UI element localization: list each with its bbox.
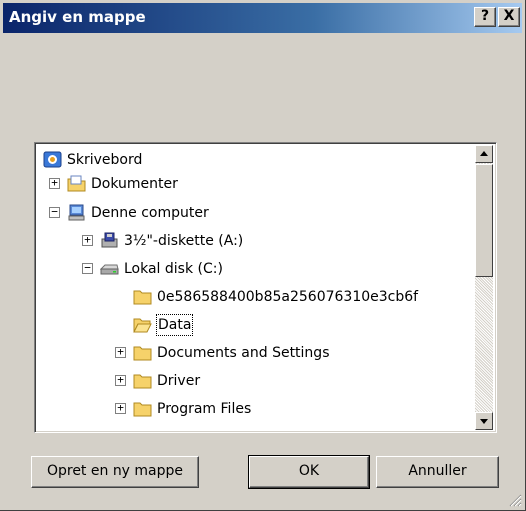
scroll-down-button[interactable] [475, 412, 493, 430]
expand-toggle[interactable]: + [115, 402, 126, 414]
scroll-up-button[interactable] [475, 145, 493, 163]
window-title: Angiv en mappe [9, 8, 146, 26]
tree-item-label: Skrivebord [67, 152, 143, 168]
desktop-icon [43, 151, 62, 168]
folder-tree[interactable]: Skrivebord + Dokumenter − Denne computer… [34, 142, 497, 433]
tree-item-documents-and-settings[interactable]: + Documents and Settings [115, 341, 465, 365]
arrow-down-icon [480, 419, 488, 424]
expand-toggle[interactable]: + [82, 234, 93, 246]
tree-item-label: Documents and Settings [157, 345, 330, 361]
expand-toggle[interactable]: + [115, 374, 126, 386]
tree-item-documents[interactable]: + Dokumenter [49, 172, 469, 196]
tree-item-desktop[interactable]: Skrivebord [43, 148, 463, 172]
tree-item-driver[interactable]: + Driver [115, 369, 465, 393]
cancel-button[interactable]: Annuller [376, 456, 499, 488]
tree-item-label-selected: Data [155, 314, 194, 336]
tree-item-label: 0e586588400b85a256076310e3cb6f [157, 289, 419, 305]
close-button[interactable]: X [498, 7, 520, 27]
hard-drive-icon [100, 264, 119, 275]
tree-item-label: Program Files [157, 401, 252, 417]
documents-folder-icon [67, 175, 86, 192]
vertical-scrollbar[interactable] [475, 145, 493, 430]
open-folder-icon [133, 318, 152, 333]
folder-icon [133, 346, 152, 361]
tree-item-program-files[interactable]: + Program Files [115, 397, 465, 421]
floppy-drive-icon [101, 232, 118, 248]
expand-toggle[interactable]: + [49, 177, 60, 189]
arrow-up-icon [480, 151, 488, 156]
resize-grip-icon[interactable] [508, 493, 522, 507]
tree-item-local-disk[interactable]: − Lokal disk (C:) [82, 257, 462, 281]
tree-item-label: Dokumenter [91, 176, 178, 192]
folder-icon [133, 402, 152, 417]
new-folder-button[interactable]: Opret en ny mappe [31, 456, 199, 488]
title-bar[interactable]: Angiv en mappe ? X [3, 3, 522, 33]
help-button[interactable]: ? [474, 7, 496, 27]
collapse-toggle[interactable]: − [49, 206, 60, 218]
expand-toggle[interactable]: + [115, 346, 126, 358]
tree-item-floppy-drive[interactable]: + 3½"-diskette (A:) [82, 229, 462, 253]
folder-icon [133, 374, 152, 389]
tree-item-label: Lokal disk (C:) [124, 261, 223, 277]
collapse-toggle[interactable]: − [82, 262, 93, 274]
scroll-thumb[interactable] [475, 164, 493, 277]
tree-item-label: 3½"-diskette (A:) [124, 233, 244, 249]
folder-browser-dialog: Angiv en mappe ? X Skrivebord + Dokument… [0, 0, 526, 511]
folder-icon [133, 290, 152, 305]
tree-item-my-computer[interactable]: − Denne computer [49, 201, 469, 225]
ok-button[interactable]: OK [248, 455, 370, 489]
tree-item-label: Driver [157, 373, 201, 389]
tree-item-label: Denne computer [91, 205, 209, 221]
computer-icon [68, 204, 85, 221]
tree-item-data[interactable]: Data [133, 313, 333, 337]
tree-item-folder-hash[interactable]: 0e586588400b85a256076310e3cb6f [133, 285, 473, 309]
